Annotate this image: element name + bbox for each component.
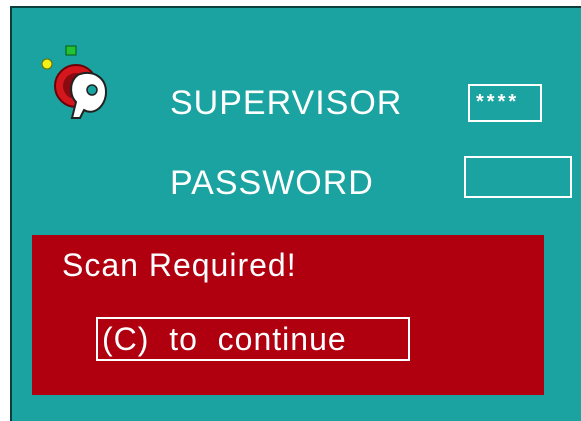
password-label: PASSWORD: [170, 164, 374, 202]
supervisor-label: SUPERVISOR: [170, 84, 403, 122]
alert-message: Scan Required!: [62, 247, 297, 283]
supervisor-input[interactable]: ****: [468, 84, 542, 122]
key-lock-icon: [40, 44, 120, 124]
login-screen: SUPERVISOR **** PASSWORD Scan Required! …: [10, 6, 581, 421]
password-input[interactable]: [464, 156, 572, 198]
scan-required-alert: Scan Required! (C) to continue: [32, 235, 544, 395]
continue-button[interactable]: (C) to continue: [96, 317, 410, 361]
